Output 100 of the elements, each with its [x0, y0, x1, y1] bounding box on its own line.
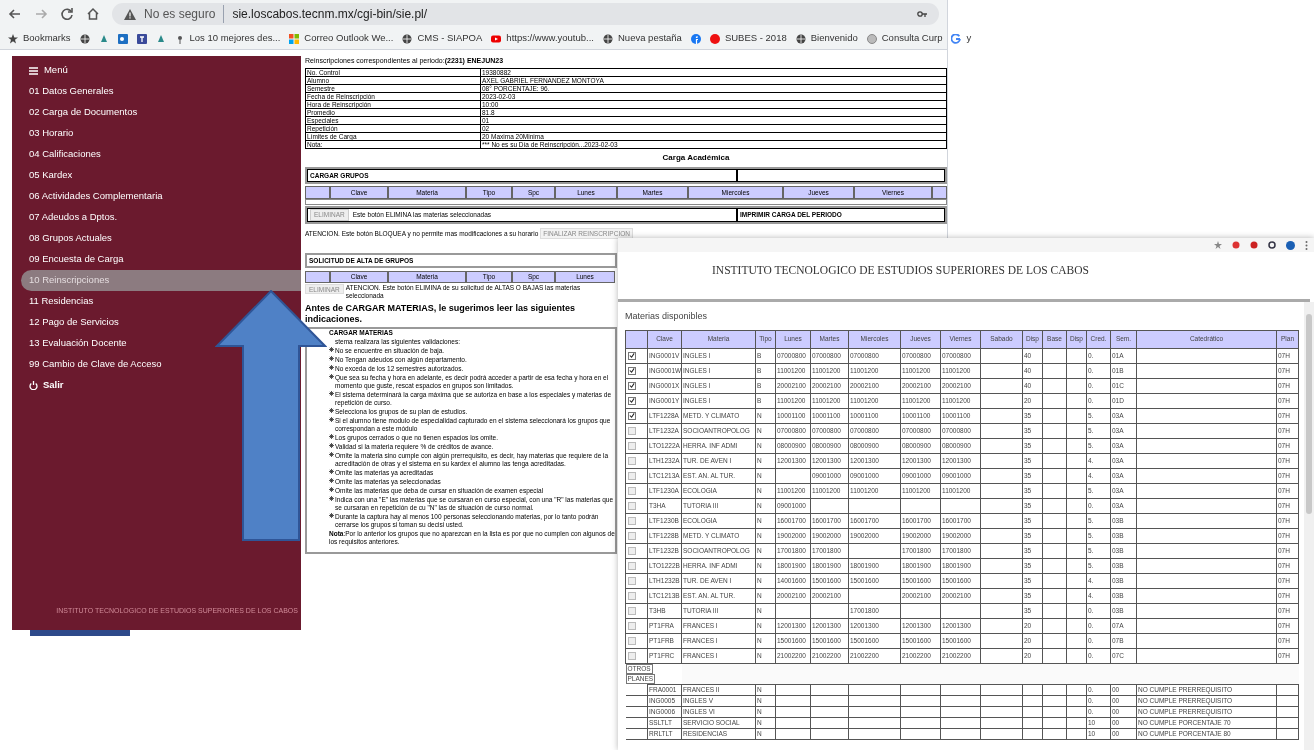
- institute-title: INSTITUTO TECNOLOGICO DE ESTUDIOS SUPERIORES DE LOS CABOS: [711, 263, 1090, 278]
- back-icon[interactable]: [8, 7, 22, 21]
- bullet-icon: [329, 356, 334, 361]
- site-icon: [289, 33, 300, 44]
- security-label: No es seguro: [144, 5, 225, 23]
- checkbox[interactable]: [628, 636, 636, 645]
- site-icon: [690, 33, 701, 44]
- site-icon: [866, 33, 877, 44]
- home-icon[interactable]: [86, 7, 100, 21]
- checkbox[interactable]: [628, 486, 636, 495]
- checkbox[interactable]: [628, 351, 636, 360]
- blank-column-header: [305, 271, 330, 283]
- bookmark-icon[interactable]: [117, 33, 128, 44]
- site-icon: [709, 33, 720, 44]
- blank-column-header: [932, 186, 947, 199]
- checkbox[interactable]: [628, 546, 636, 555]
- sidebar-item[interactable]: 06 Actividades Complementaria: [20, 186, 171, 207]
- sidebar-item[interactable]: 01 Datos Generales: [20, 81, 122, 102]
- bookmark-icon[interactable]: [155, 33, 166, 44]
- forward-icon[interactable]: [34, 7, 48, 21]
- site-icon: [136, 33, 147, 44]
- bookmark[interactable]: Los 10 mejores des...: [174, 31, 281, 46]
- site-icon: [795, 33, 806, 44]
- menu-icon: [28, 66, 38, 75]
- site-icon: [98, 33, 109, 44]
- checkbox[interactable]: [628, 516, 636, 525]
- sidebar-item[interactable]: 08 Grupos Actuales: [20, 228, 120, 249]
- reload-icon[interactable]: [60, 7, 74, 21]
- bookmark[interactable]: https://www.youtub...: [491, 31, 594, 46]
- checkbox[interactable]: [628, 591, 636, 600]
- key-icon[interactable]: [917, 10, 927, 18]
- checkbox[interactable]: [628, 651, 636, 660]
- bookmark[interactable]: Correo Outlook We...: [289, 31, 394, 46]
- star-icon: [8, 33, 18, 44]
- bullet-icon: [329, 496, 334, 501]
- star-icon[interactable]: [1214, 241, 1222, 249]
- sidebar-item[interactable]: 09 Encuesta de Carga: [20, 249, 132, 270]
- warning-icon: [124, 8, 136, 20]
- checkbox[interactable]: [628, 561, 636, 570]
- bullet-icon: [329, 417, 334, 422]
- bullet-icon: [329, 478, 334, 483]
- checkbox[interactable]: [628, 396, 636, 405]
- checkbox[interactable]: [628, 471, 636, 480]
- sidebar-item[interactable]: 13 Evaluación Docente: [20, 333, 135, 354]
- site-icon: [79, 33, 90, 44]
- bookmark[interactable]: Bookmarks: [8, 31, 71, 46]
- checkbox[interactable]: [628, 576, 636, 585]
- section-title: Materias disponibles: [625, 310, 709, 324]
- bullet-icon: [329, 408, 334, 413]
- bullet-icon: [329, 469, 334, 474]
- sidebar-item[interactable]: 99 Cambio de Clave de Acceso: [20, 354, 170, 375]
- bullet-icon: [329, 443, 334, 448]
- more-icon[interactable]: [1305, 240, 1308, 250]
- bullet-icon: [329, 434, 334, 439]
- checkbox[interactable]: [628, 426, 636, 435]
- checkbox[interactable]: [628, 621, 636, 630]
- checkbox[interactable]: [628, 381, 636, 390]
- site-icon: [491, 33, 502, 44]
- bookmark-icon[interactable]: [79, 33, 90, 44]
- menu-button[interactable]: Menú: [11, 60, 301, 81]
- url-text: sie.loscabos.tecnm.mx/cgi-bin/sie.pl/: [232, 6, 428, 23]
- sidebar-item[interactable]: 03 Horario: [20, 123, 82, 144]
- address-bar[interactable]: No es seguro sie.loscabos.tecnm.mx/cgi-bin/sie.pl/: [112, 3, 939, 25]
- logout-link[interactable]: Salir: [11, 375, 301, 396]
- bookmark[interactable]: SUBES - 2018: [709, 31, 787, 46]
- checkbox[interactable]: [628, 366, 636, 375]
- site-icon: [951, 33, 962, 44]
- profile-icon[interactable]: [1286, 240, 1295, 250]
- checkbox[interactable]: [628, 411, 636, 420]
- checkbox[interactable]: [628, 456, 636, 465]
- bullet-icon: [329, 347, 334, 352]
- bullet-icon: [329, 452, 334, 457]
- extension-icon[interactable]: [1250, 241, 1258, 249]
- bookmark[interactable]: CMS - SIAPOA: [402, 31, 483, 46]
- checkbox[interactable]: [628, 606, 636, 615]
- sidebar-item[interactable]: 12 Pago de Servicios: [20, 312, 127, 333]
- bullet-icon: [329, 487, 334, 492]
- bookmark-icon[interactable]: [98, 33, 109, 44]
- sidebar-item[interactable]: 07 Adeudos a Dptos.: [20, 207, 126, 228]
- bullet-icon: [329, 365, 334, 370]
- blank-column-header: [305, 186, 330, 199]
- sidebar-item[interactable]: 11 Residencias: [20, 291, 102, 312]
- scrollbar[interactable]: [1304, 302, 1314, 750]
- checkbox[interactable]: [628, 501, 636, 510]
- checkbox[interactable]: [628, 441, 636, 450]
- power-icon: [28, 381, 38, 390]
- bookmark[interactable]: Nueva pestaña: [603, 31, 682, 46]
- sidebar-item[interactable]: 02 Carga de Documentos: [20, 102, 146, 123]
- instructions-heading: Antes de CARGAR MATERIAS, le sugerimos leer las siguientes indicaciones.: [305, 303, 576, 325]
- extension-icon[interactable]: [1268, 241, 1276, 249]
- sidebar-item[interactable]: 05 Kardex: [20, 165, 81, 186]
- section-title: Carga Académica: [661, 152, 731, 164]
- checkbox[interactable]: [628, 531, 636, 540]
- site-icon: [155, 33, 166, 44]
- sidebar-item[interactable]: 04 Calificaciones: [20, 144, 109, 165]
- bookmark[interactable]: Consulta Curp: [866, 31, 943, 46]
- bookmark-icon[interactable]: [690, 33, 701, 44]
- bookmark[interactable]: Bienvenido: [795, 31, 858, 46]
- bookmark[interactable]: y: [951, 31, 972, 46]
- bookmark-icon[interactable]: [136, 33, 147, 44]
